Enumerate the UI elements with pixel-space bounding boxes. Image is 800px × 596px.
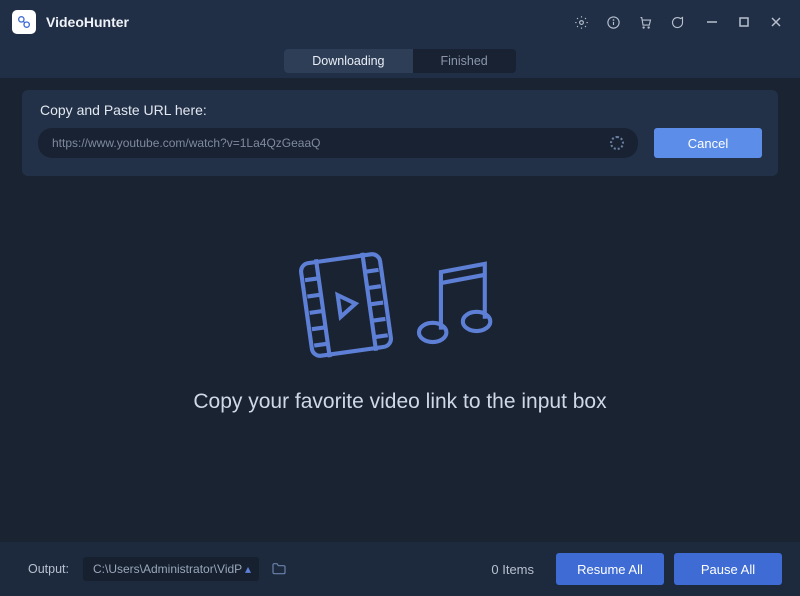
minimize-button[interactable] [700,10,724,34]
info-icon[interactable] [602,11,624,33]
items-count: 0 Items [491,562,534,577]
music-note-icon [408,250,504,360]
output-path-dropdown[interactable]: C:\Users\Administrator\VidP ▴ [83,557,259,581]
empty-message: Copy your favorite video link to the inp… [0,390,800,414]
cancel-button[interactable]: Cancel [654,128,762,158]
app-logo-icon [12,10,36,34]
maximize-button[interactable] [732,10,756,34]
app-title: VideoHunter [46,14,129,30]
empty-state: Copy your favorite video link to the inp… [0,250,800,414]
tab-downloading[interactable]: Downloading [284,49,412,73]
resume-all-button[interactable]: Resume All [556,553,664,585]
url-input-wrap[interactable] [38,128,638,158]
output-label: Output: [28,562,69,576]
output-path-text: C:\Users\Administrator\VidP [93,562,242,576]
header-icon-group [570,11,688,33]
tabs: Downloading Finished [284,49,516,73]
empty-illustration [0,250,800,360]
tabs-row: Downloading Finished [0,44,800,78]
settings-icon[interactable] [570,11,592,33]
tab-finished[interactable]: Finished [413,49,516,73]
open-folder-button[interactable] [269,559,289,579]
close-button[interactable] [764,10,788,34]
url-row: Cancel [38,128,762,158]
url-label: Copy and Paste URL here: [38,102,762,118]
caret-up-icon: ▴ [245,562,251,576]
film-clip-icon [296,250,396,360]
bottom-bar: Output: C:\Users\Administrator\VidP ▴ 0 … [0,542,800,596]
chat-icon[interactable] [666,11,688,33]
url-input[interactable] [52,136,602,150]
titlebar: VideoHunter [0,0,800,44]
window-controls [700,10,788,34]
pause-all-button[interactable]: Pause All [674,553,782,585]
cart-icon[interactable] [634,11,656,33]
url-card: Copy and Paste URL here: Cancel [22,90,778,176]
loading-spinner-icon [610,136,624,150]
